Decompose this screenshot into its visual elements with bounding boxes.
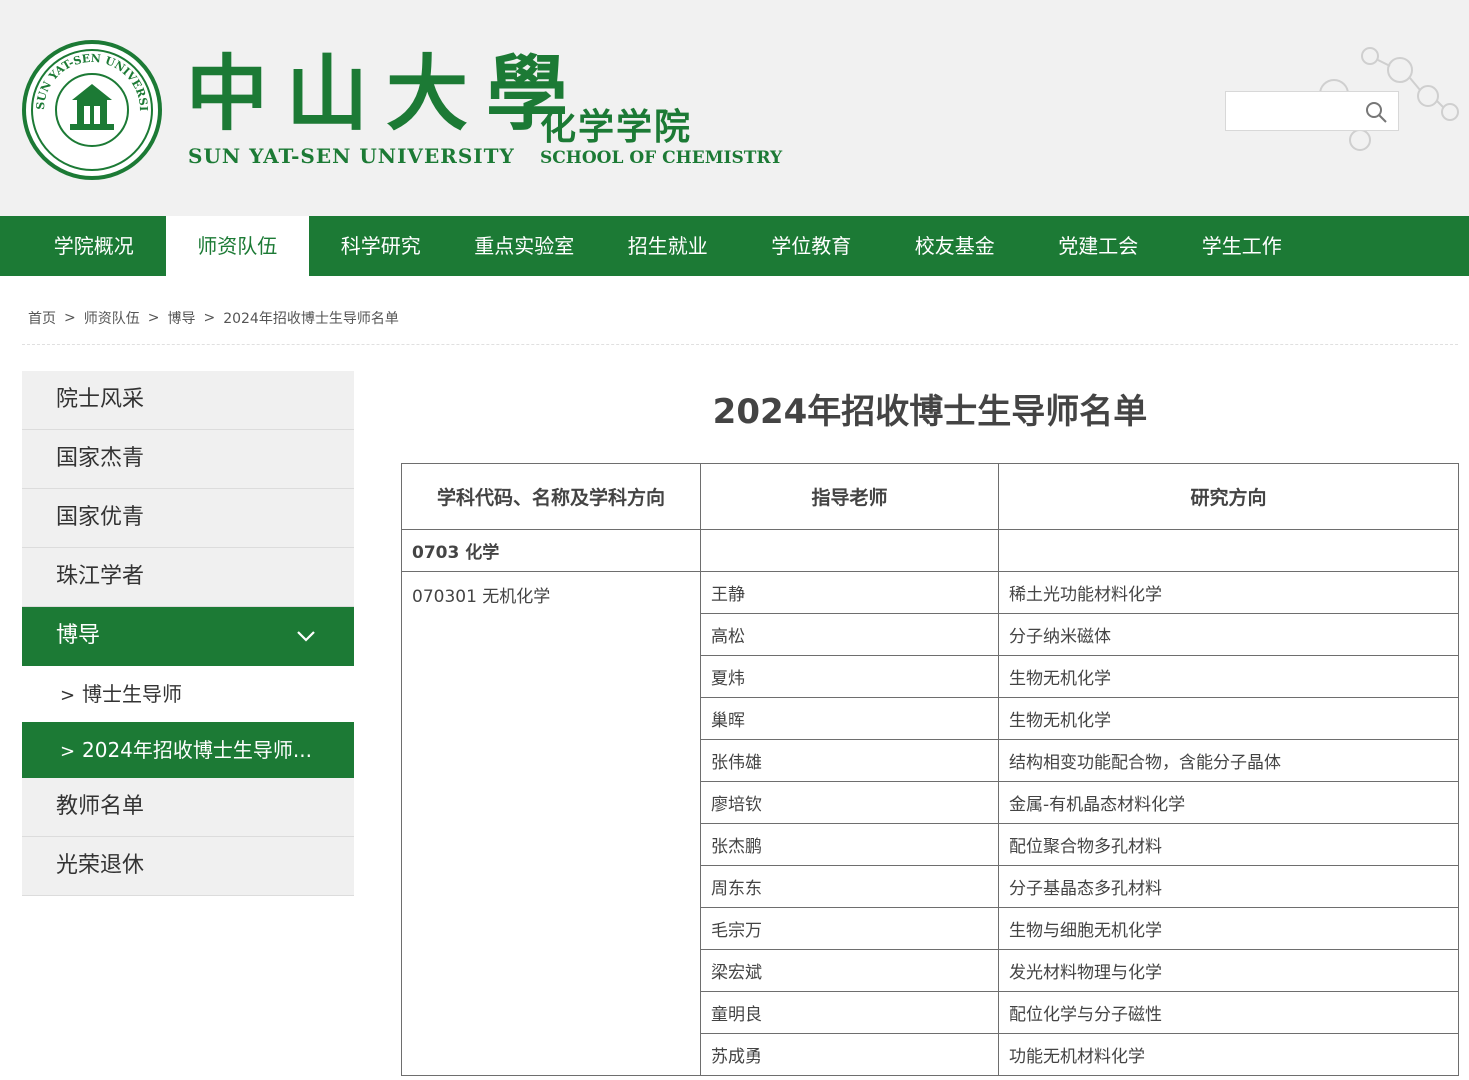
research-direction-cell: 生物无机化学 (998, 655, 1459, 698)
research-direction-cell: 配位化学与分子磁性 (998, 991, 1459, 1034)
column-header-discipline: 学科代码、名称及学科方向 (401, 463, 701, 530)
chevron-down-icon[interactable] (296, 629, 316, 643)
breadcrumb: 首页 > 师资队伍 > 博导 > 2024年招收博士生导师名单 (28, 308, 399, 328)
nav-item-about[interactable]: 学院概况 (22, 216, 166, 276)
research-direction-cell: 功能无机材料化学 (998, 1033, 1459, 1076)
nav-item-admissions[interactable]: 招生就业 (596, 216, 740, 276)
sidebar-item-pearl-river-scholars[interactable]: 珠江学者 (22, 548, 354, 607)
nav-item-student-affairs[interactable]: 学生工作 (1170, 216, 1314, 276)
page-title: 2024年招收博士生导师名单 (712, 392, 1148, 432)
chevron-right-icon: > (203, 310, 216, 326)
nav-item-alumni-fund[interactable]: 校友基金 (883, 216, 1027, 276)
table-row: 070301 无机化学 王静 稀土光功能材料化学 (401, 571, 1459, 1076)
sidebar-subitem-doctoral-supervisors[interactable]: > 博士生导师 (22, 666, 354, 722)
research-direction-cell: 配位聚合物多孔材料 (998, 823, 1459, 866)
sidebar-item-national-excellent-young[interactable]: 国家优青 (22, 489, 354, 548)
empty-cell (700, 529, 999, 572)
advisor-cell[interactable]: 苏成勇 (700, 1033, 999, 1076)
sidebar-item-label: 博导 (56, 623, 101, 648)
research-direction-cell: 金属-有机晶态材料化学 (998, 781, 1459, 824)
search-input[interactable] (1226, 92, 1356, 130)
advisor-cell[interactable]: 王静 (700, 571, 999, 614)
advisor-cell[interactable]: 童明良 (700, 991, 999, 1034)
nav-item-key-labs[interactable]: 重点实验室 (453, 216, 597, 276)
advisor-cell[interactable]: 夏炜 (700, 655, 999, 698)
sidebar-item-retired[interactable]: 光荣退休 (22, 837, 354, 896)
research-direction-cell: 生物无机化学 (998, 697, 1459, 740)
research-direction-cell: 发光材料物理与化学 (998, 949, 1459, 992)
breadcrumb-current[interactable]: 2024年招收博士生导师名单 (223, 308, 399, 328)
sub-discipline-cell: 070301 无机化学 (401, 571, 701, 1076)
university-name-cn[interactable]: 中山大學 (186, 44, 586, 144)
main-nav: 学院概况 师资队伍 科学研究 重点实验室 招生就业 学位教育 校友基金 党建工会… (0, 216, 1469, 276)
nav-item-degree-education[interactable]: 学位教育 (740, 216, 884, 276)
research-direction-cell: 分子纳米磁体 (998, 613, 1459, 656)
advisor-cell[interactable]: 梁宏斌 (700, 949, 999, 992)
school-name-cn[interactable]: 化学学院 (540, 98, 692, 150)
breadcrumb-home[interactable]: 首页 (28, 308, 56, 328)
search-box[interactable] (1225, 91, 1399, 131)
research-direction-cell: 稀土光功能材料化学 (998, 571, 1459, 614)
chevron-right-icon: > (64, 310, 76, 326)
research-direction-cell: 分子基晶态多孔材料 (998, 865, 1459, 908)
nav-item-faculty[interactable]: 师资队伍 (165, 216, 309, 276)
column-header-research-direction: 研究方向 (998, 463, 1459, 530)
search-icon[interactable] (1364, 100, 1388, 124)
advisor-cell[interactable]: 巢晖 (700, 697, 999, 740)
site-header: SUN YAT-SEN UNIVERSITY 中山大學 SUN YAT-SEN … (0, 0, 1469, 216)
advisor-cell[interactable]: 廖培钦 (700, 781, 999, 824)
nav-item-research[interactable]: 科学研究 (309, 216, 453, 276)
sidebar-subitem-2024-list[interactable]: >2024年招收博士生导师... (22, 722, 354, 778)
breadcrumb-doctoral-supervisors[interactable]: 博导 (167, 308, 195, 328)
sidebar-item-national-distinguished-young[interactable]: 国家杰青 (22, 430, 354, 489)
chevron-right-icon: > (60, 685, 76, 706)
chevron-right-icon: > (60, 741, 76, 762)
sidebar-item-faculty-list[interactable]: 教师名单 (22, 778, 354, 837)
university-seal-logo[interactable]: SUN YAT-SEN UNIVERSITY (22, 40, 162, 180)
discipline-cell: 0703 化学 (401, 529, 701, 572)
research-direction-cell: 生物与细胞无机化学 (998, 907, 1459, 950)
research-direction-cell: 结构相变功能配合物，含能分子晶体 (998, 739, 1459, 782)
advisor-cell[interactable]: 周东东 (700, 865, 999, 908)
nav-item-party-union[interactable]: 党建工会 (1027, 216, 1171, 276)
sidebar-subitem-label: 2024年招收博士生导师... (82, 738, 312, 762)
advisor-cell[interactable]: 张杰鹏 (700, 823, 999, 866)
supervisor-table: 学科代码、名称及学科方向 指导老师 研究方向 0703 化学 070301 无机… (401, 463, 1459, 1076)
breadcrumb-divider (22, 344, 1458, 345)
advisor-cell[interactable]: 张伟雄 (700, 739, 999, 782)
school-name-en[interactable]: SCHOOL OF CHEMISTRY (540, 148, 782, 168)
table-header-row: 学科代码、名称及学科方向 指导老师 研究方向 (401, 463, 1459, 530)
university-name-en[interactable]: SUN YAT-SEN UNIVERSITY (188, 144, 515, 168)
empty-cell (998, 529, 1459, 572)
sidebar: 院士风采 国家杰青 国家优青 珠江学者 博导 > 博士生导师 >2024年招收博士… (22, 371, 354, 896)
sidebar-item-doctoral-supervisors[interactable]: 博导 (22, 607, 354, 666)
column-header-advisor: 指导老师 (700, 463, 999, 530)
breadcrumb-faculty[interactable]: 师资队伍 (84, 308, 140, 328)
sidebar-item-academicians[interactable]: 院士风采 (22, 371, 354, 430)
advisor-cell[interactable]: 毛宗万 (700, 907, 999, 950)
sidebar-subitem-label: 博士生导师 (82, 682, 182, 706)
table-row-discipline: 0703 化学 (401, 529, 1459, 572)
advisor-cell[interactable]: 高松 (700, 613, 999, 656)
chevron-right-icon: > (147, 310, 160, 326)
